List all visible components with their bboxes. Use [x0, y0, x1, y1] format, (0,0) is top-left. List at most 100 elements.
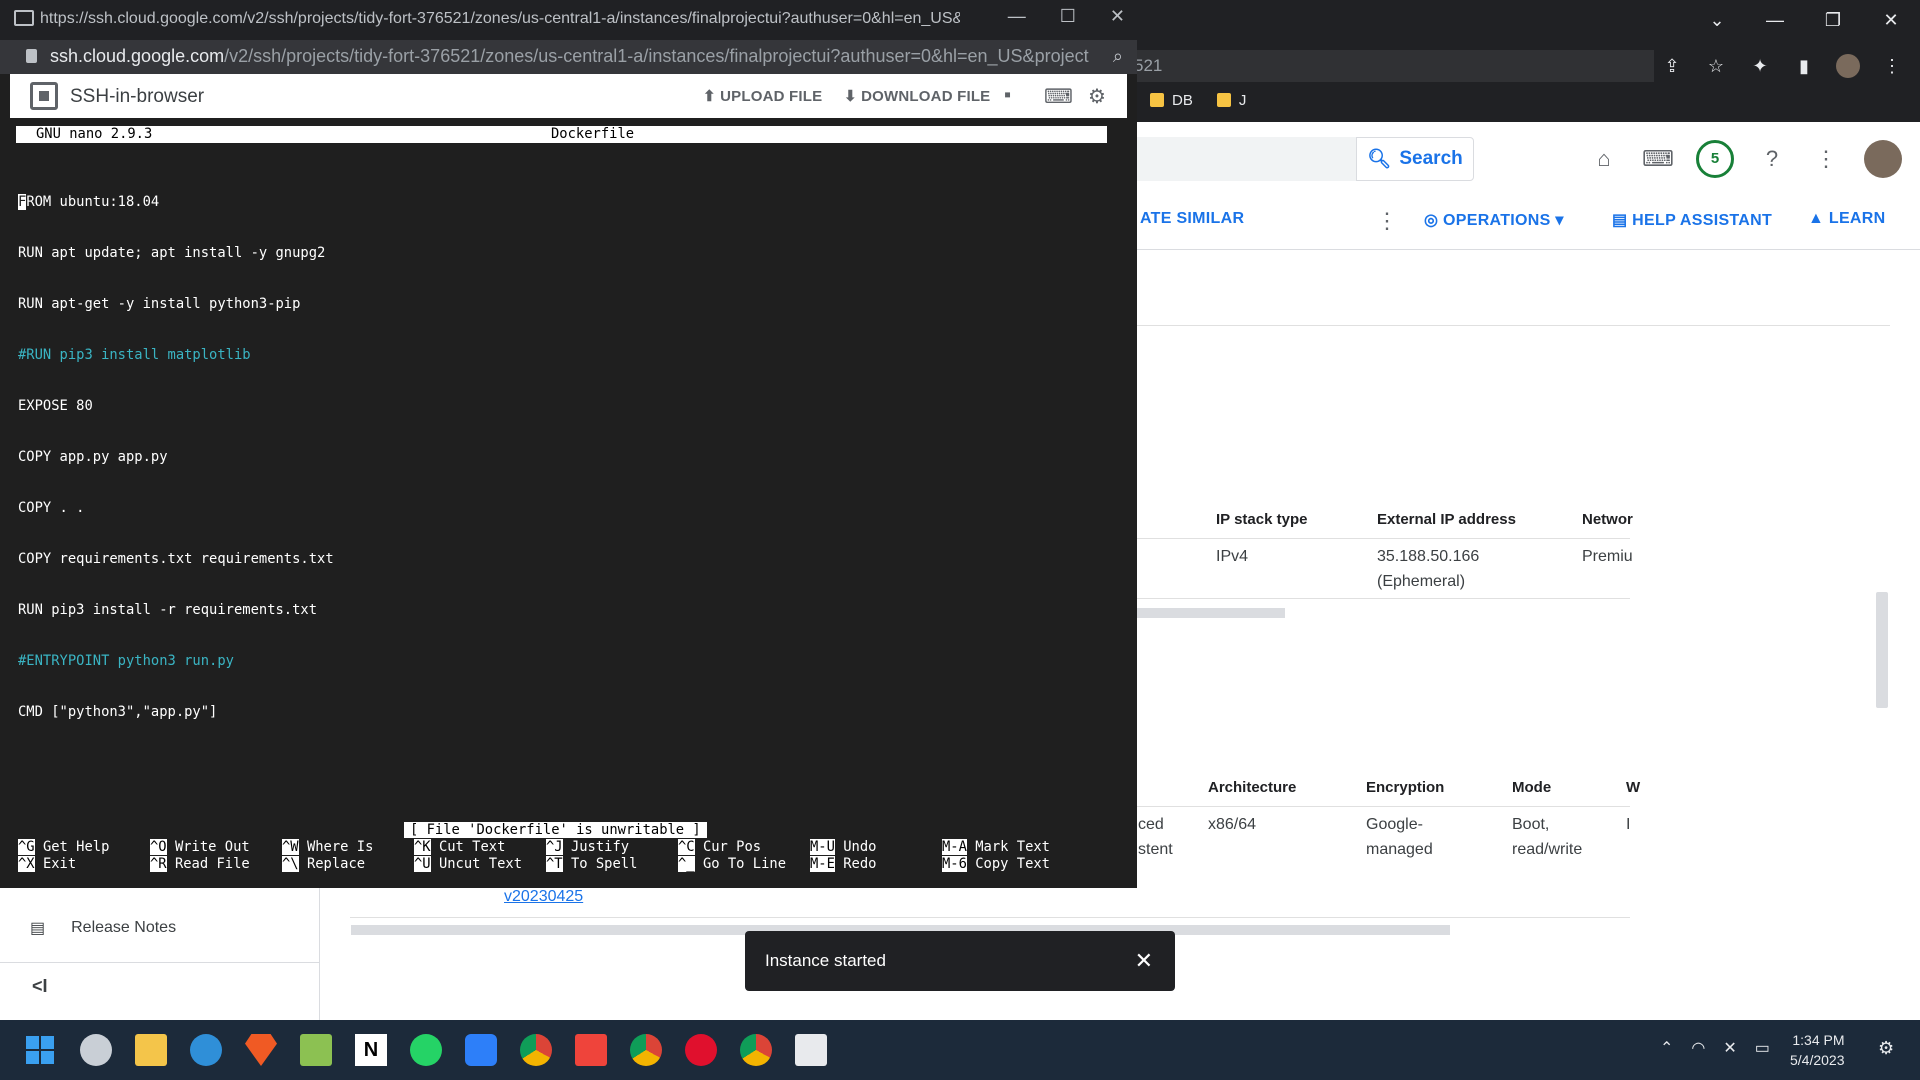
star-icon[interactable]: ☆ [1704, 54, 1728, 78]
battery-icon[interactable]: ▭ [1755, 1038, 1770, 1058]
chevron-down-icon[interactable]: ⌄ [1688, 0, 1746, 40]
upload-icon: ⬆ [703, 88, 721, 105]
learn-label: LEARN [1828, 210, 1886, 227]
side-panel-icon[interactable]: ▮ [1792, 54, 1816, 78]
clock[interactable]: 1:34 PM 5/4/2023 [1790, 1030, 1845, 1070]
address-text: 521 [1134, 56, 1163, 75]
opera-icon[interactable] [685, 1034, 717, 1066]
mode-value: Boot, [1512, 816, 1550, 833]
notifications-badge[interactable]: 5 [1696, 140, 1734, 178]
close-icon[interactable]: ✕ [1862, 0, 1920, 40]
edge-icon[interactable] [190, 1034, 222, 1066]
close-icon[interactable]: ✕ [1110, 6, 1125, 27]
shortcut-uncut-text[interactable]: ^U Uncut Text [414, 856, 522, 873]
shortcut-redo[interactable]: M-E Redo [810, 856, 876, 873]
avatar[interactable] [1864, 140, 1902, 178]
zoom-icon[interactable]: ⌕ [1113, 46, 1123, 67]
shortcut-key: ^T [546, 856, 563, 872]
mute-icon[interactable]: ✕ [1723, 1038, 1736, 1058]
vertical-scrollbar[interactable] [1876, 592, 1888, 708]
dropdown-arrow-icon: ▾ [1550, 212, 1564, 229]
terminal[interactable]: GNU nano 2.9.3 Dockerfile FROM ubuntu:18… [10, 118, 1127, 880]
shortcut-copy-text[interactable]: M-6 Copy Text [942, 856, 1050, 873]
chrome-icon[interactable] [520, 1034, 552, 1066]
feedback-icon[interactable]: ▪ [1004, 84, 1011, 107]
chevron-up-icon[interactable]: ⌃ [1660, 1038, 1673, 1058]
collapse-sidebar-icon[interactable]: <I [32, 976, 48, 997]
address-bar[interactable]: ssh.cloud.google.com/v2/ssh/projects/tid… [0, 40, 1137, 74]
learn-button[interactable]: ▲ LEARN [1808, 210, 1886, 228]
restore-icon[interactable]: ❐ [1804, 0, 1862, 40]
profile-avatar[interactable] [1836, 54, 1860, 78]
weather-icon[interactable] [80, 1034, 112, 1066]
search-input[interactable] [1134, 137, 1356, 181]
help-icon[interactable]: ? [1756, 143, 1788, 175]
download-file-button[interactable]: ⬇ DOWNLOAD FILE [844, 87, 990, 105]
whatsapp-icon[interactable] [410, 1034, 442, 1066]
when-deleting-value: I [1626, 816, 1631, 833]
operations-icon: ◎ [1424, 212, 1444, 229]
notification-center-icon[interactable]: ⚙ [1878, 1038, 1894, 1059]
app-icon[interactable] [465, 1034, 497, 1066]
shortcut-get-help[interactable]: ^G Get Help [18, 839, 109, 856]
folder-icon [1216, 93, 1231, 107]
shortcut-write-out[interactable]: ^O Write Out [150, 839, 250, 856]
shortcut-cur-pos[interactable]: ^C Cur Pos [678, 839, 761, 856]
extensions-icon[interactable]: ✦ [1748, 54, 1772, 78]
lock-icon [26, 49, 37, 63]
help-assistant-button[interactable]: ▤ HELP ASSISTANT [1612, 210, 1772, 230]
start-button[interactable] [26, 1036, 54, 1064]
shortcut-exit[interactable]: ^X Exit [18, 856, 76, 873]
share-icon[interactable]: ⇪ [1660, 54, 1684, 78]
bookmark-j[interactable]: J [1216, 92, 1246, 109]
download-file-label: DOWNLOAD FILE [861, 88, 991, 105]
upload-file-button[interactable]: ⬆ UPLOAD FILE [703, 87, 822, 105]
shortcut-undo[interactable]: M-U Undo [810, 839, 876, 856]
create-similar-button[interactable]: ATE SIMILAR [1140, 210, 1244, 228]
gear-icon[interactable]: ⚙ [1088, 84, 1106, 109]
image-version-link[interactable]: v20230425 [504, 888, 583, 906]
column-header-network-tier: Networ [1582, 511, 1633, 528]
operations-button[interactable]: ◎ OPERATIONS ▾ [1424, 210, 1564, 230]
background-address-bar[interactable]: 521 [1134, 50, 1654, 82]
snipping-tool-icon[interactable] [795, 1034, 827, 1066]
wifi-icon[interactable]: ◠ [1691, 1038, 1705, 1058]
horizontal-scrollbar[interactable] [1137, 608, 1285, 618]
shortcut-where-is[interactable]: ^W Where Is [282, 839, 373, 856]
taskbar: N ⌃ ◠ ✕ ▭ 1:34 PM 5/4/2023 ⚙ [0, 1020, 1920, 1080]
chrome-icon[interactable] [630, 1034, 662, 1066]
keyboard-icon[interactable]: ⌨ [1044, 84, 1073, 109]
shortcut-read-file[interactable]: ^R Read File [150, 856, 250, 873]
kebab-menu-icon[interactable]: ⋮ [1810, 143, 1842, 175]
more-vert-icon[interactable]: ⋮ [1376, 208, 1398, 234]
sidebar-item-release-notes[interactable]: ▤ Release Notes [30, 918, 176, 938]
anydesk-icon[interactable] [575, 1034, 607, 1066]
minimize-icon[interactable]: — [1008, 6, 1026, 27]
divider [1130, 325, 1890, 326]
brave-icon[interactable] [245, 1034, 277, 1066]
cloud-shell-icon[interactable]: ⌨ [1642, 143, 1674, 175]
shortcut-replace[interactable]: ^\ Replace [282, 856, 365, 873]
minimize-icon[interactable]: — [1746, 0, 1804, 40]
search-button[interactable]: 🔍︎ Search [1356, 137, 1474, 181]
chrome-icon[interactable] [740, 1034, 772, 1066]
file-explorer-icon[interactable] [135, 1034, 167, 1066]
search-icon: 🔍︎ [1367, 149, 1392, 170]
shortcut-go-to-line[interactable]: ^_ Go To Line [678, 856, 786, 873]
close-icon[interactable]: ✕ [1135, 948, 1153, 974]
app-icon[interactable] [300, 1034, 332, 1066]
bookmark-db[interactable]: DB [1150, 92, 1193, 109]
code-line: RUN apt-get -y install python3-pip [18, 296, 301, 312]
shortcut-to-spell[interactable]: ^T To Spell [546, 856, 637, 873]
notion-icon[interactable]: N [355, 1034, 387, 1066]
maximize-icon[interactable]: ☐ [1060, 6, 1076, 27]
shortcut-mark-text[interactable]: M-A Mark Text [942, 839, 1050, 856]
upload-file-label: UPLOAD FILE [720, 88, 823, 105]
shortcut-justify[interactable]: ^J Justify [546, 839, 629, 856]
file-content[interactable]: FROM ubuntu:18.04 RUN apt update; apt in… [18, 160, 334, 755]
clock-date: 5/4/2023 [1790, 1052, 1845, 1068]
shortcut-cut-text[interactable]: ^K Cut Text [414, 839, 505, 856]
gift-icon[interactable]: ⌂ [1588, 143, 1620, 175]
shortcut-label: Replace [306, 856, 366, 872]
kebab-menu-icon[interactable]: ⋮ [1880, 54, 1904, 78]
